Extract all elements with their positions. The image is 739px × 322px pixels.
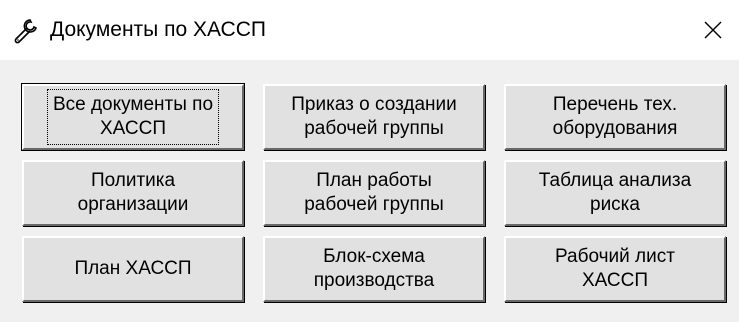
working-group-plan-button[interactable]: План работы рабочей группы — [263, 160, 485, 226]
haccp-plan-button[interactable]: План ХАССП — [22, 236, 244, 302]
haccp-worksheet-label: Рабочий лист ХАССП — [555, 246, 675, 291]
window-title: Документы по ХАССП — [50, 18, 266, 41]
working-group-order-label: Приказ о создании рабочей группы — [291, 94, 457, 139]
button-panel: Все документы по ХАССП Приказ о создании… — [0, 60, 739, 322]
all-documents-button[interactable]: Все документы по ХАССП — [21, 83, 245, 151]
organization-policy-label: Политика организации — [77, 170, 189, 215]
all-documents-label: Все документы по ХАССП — [46, 89, 220, 145]
close-button[interactable] — [687, 0, 739, 60]
haccp-plan-label: План ХАССП — [74, 258, 192, 279]
dialog-window: Документы по ХАССП Все документы по ХАСС… — [0, 0, 739, 322]
haccp-worksheet-button[interactable]: Рабочий лист ХАССП — [504, 236, 726, 302]
working-group-plan-label: План работы рабочей группы — [304, 170, 444, 215]
organization-policy-button[interactable]: Политика организации — [22, 160, 244, 226]
equipment-list-label: Перечень тех. оборудования — [552, 94, 678, 139]
title-bar: Документы по ХАССП — [0, 0, 739, 60]
risk-analysis-table-button[interactable]: Таблица анализа риска — [504, 160, 726, 226]
close-icon — [704, 21, 722, 39]
wrench-icon — [12, 17, 40, 45]
equipment-list-button[interactable]: Перечень тех. оборудования — [504, 84, 726, 150]
working-group-order-button[interactable]: Приказ о создании рабочей группы — [263, 84, 485, 150]
production-flowchart-button[interactable]: Блок-схема производства — [263, 236, 485, 302]
production-flowchart-label: Блок-схема производства — [313, 246, 435, 291]
risk-analysis-table-label: Таблица анализа риска — [538, 170, 692, 215]
